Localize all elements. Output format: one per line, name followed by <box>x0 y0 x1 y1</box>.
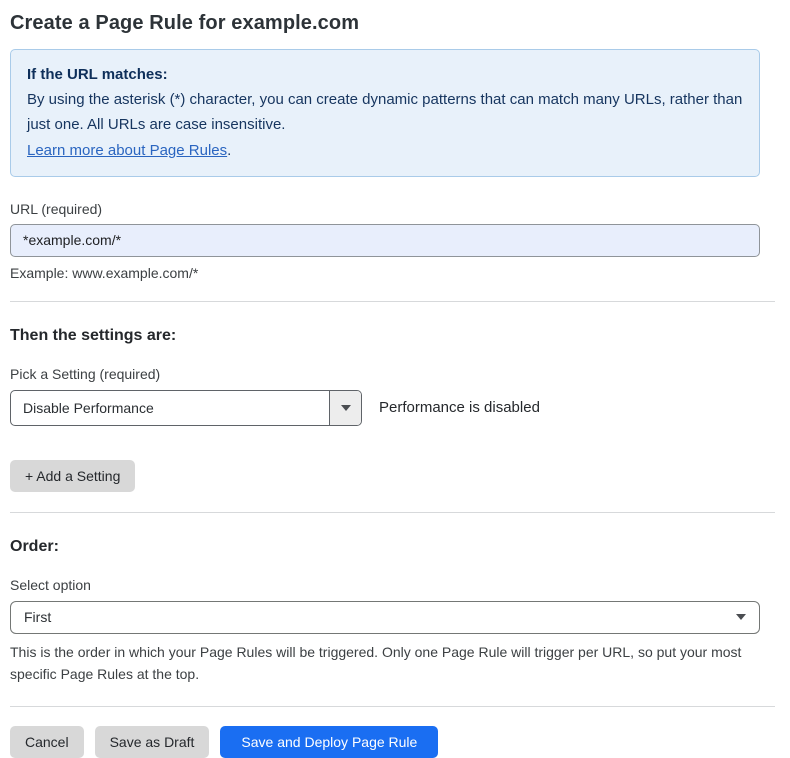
order-help-text: This is the order in which your Page Rul… <box>10 641 760 686</box>
settings-section-heading: Then the settings are: <box>10 327 760 345</box>
setting-row: Disable Performance Performance is disab… <box>10 390 760 426</box>
setting-status-text: Performance is disabled <box>379 399 540 416</box>
url-example-text: Example: www.example.com/* <box>10 265 760 281</box>
order-section-heading: Order: <box>10 538 760 556</box>
order-select[interactable]: First <box>10 601 760 634</box>
chevron-down-icon <box>736 614 746 620</box>
divider <box>10 301 775 302</box>
cancel-button[interactable]: Cancel <box>10 726 84 758</box>
url-input[interactable] <box>10 224 760 257</box>
link-suffix: . <box>227 142 231 159</box>
pick-setting-label: Pick a Setting (required) <box>10 366 760 382</box>
info-box-link-line: Learn more about Page Rules. <box>27 138 743 163</box>
divider <box>10 706 775 707</box>
url-field-label: URL (required) <box>10 201 760 217</box>
setting-dropdown[interactable]: Disable Performance <box>10 390 362 426</box>
footer-actions: Cancel Save as Draft Save and Deploy Pag… <box>10 726 760 758</box>
order-select-label: Select option <box>10 577 760 593</box>
chevron-down-icon <box>341 405 351 411</box>
divider <box>10 512 775 513</box>
order-select-value: First <box>24 609 51 625</box>
setting-dropdown-value: Disable Performance <box>11 391 329 425</box>
add-setting-button[interactable]: + Add a Setting <box>10 460 135 492</box>
learn-more-link[interactable]: Learn more about Page Rules <box>27 142 227 159</box>
save-and-deploy-button[interactable]: Save and Deploy Page Rule <box>220 726 438 758</box>
create-page-rule-page: Create a Page Rule for example.com If th… <box>0 0 790 714</box>
save-as-draft-button[interactable]: Save as Draft <box>95 726 210 758</box>
info-box-heading: If the URL matches: <box>27 62 743 87</box>
setting-dropdown-arrow-button[interactable] <box>329 391 361 425</box>
info-box-body: By using the asterisk (*) character, you… <box>27 87 743 137</box>
url-matches-info-box: If the URL matches: By using the asteris… <box>10 49 760 177</box>
page-title: Create a Page Rule for example.com <box>10 12 760 35</box>
